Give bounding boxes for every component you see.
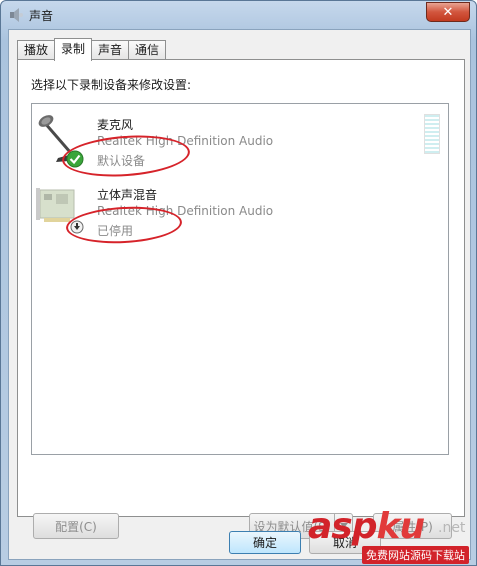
close-icon: ✕ bbox=[442, 4, 454, 20]
close-button[interactable]: ✕ bbox=[426, 2, 470, 22]
recording-device-list[interactable]: 麦克风 Realtek High Definition Audio 默认设备 立… bbox=[31, 103, 449, 455]
tab-strip: 播放 录制 声音 通信 bbox=[17, 38, 167, 61]
tab-recording[interactable]: 录制 bbox=[54, 38, 93, 61]
input-level-meter bbox=[424, 114, 440, 154]
tab-sounds[interactable]: 声音 bbox=[91, 40, 130, 60]
instruction-text: 选择以下录制设备来修改设置: bbox=[31, 78, 192, 92]
device-status: 已停用 bbox=[97, 224, 134, 238]
tab-playback[interactable]: 播放 bbox=[17, 40, 56, 60]
device-item-stereo-mix[interactable]: 立体声混音 Realtek High Definition Audio 已停用 bbox=[32, 178, 448, 248]
device-name: 立体声混音 bbox=[97, 188, 158, 202]
title-bar: 声音 ✕ bbox=[1, 1, 476, 29]
speaker-icon bbox=[10, 8, 23, 22]
site-watermark: aspku .net 免费网站源码下载站 bbox=[300, 506, 476, 564]
configure-button[interactable]: 配置(C) bbox=[33, 513, 119, 539]
tab-communications[interactable]: 通信 bbox=[128, 40, 167, 60]
device-status: 默认设备 bbox=[97, 154, 146, 168]
sound-dialog-window: 声音 ✕ 播放 录制 声音 通信 选择以下录制设备来修改设置: 麦克风 Real… bbox=[0, 0, 477, 566]
window-title: 声音 bbox=[29, 9, 54, 23]
dialog-client-area: 播放 录制 声音 通信 选择以下录制设备来修改设置: 麦克风 Realtek H… bbox=[8, 29, 471, 560]
watermark-logo: aspku bbox=[308, 506, 425, 547]
watermark-domain: .net bbox=[438, 520, 466, 536]
device-item-microphone[interactable]: 麦克风 Realtek High Definition Audio 默认设备 bbox=[32, 108, 448, 178]
device-driver: Realtek High Definition Audio bbox=[97, 134, 274, 148]
ok-button[interactable]: 确定 bbox=[229, 531, 301, 554]
disabled-down-arrow-icon bbox=[70, 220, 84, 234]
recording-tab-panel: 选择以下录制设备来修改设置: 麦克风 Realtek High Definiti… bbox=[17, 59, 465, 539]
device-name: 麦克风 bbox=[97, 118, 134, 132]
device-driver: Realtek High Definition Audio bbox=[97, 204, 274, 218]
default-check-icon bbox=[66, 150, 84, 168]
watermark-tagline: 免费网站源码下载站 bbox=[362, 546, 469, 564]
